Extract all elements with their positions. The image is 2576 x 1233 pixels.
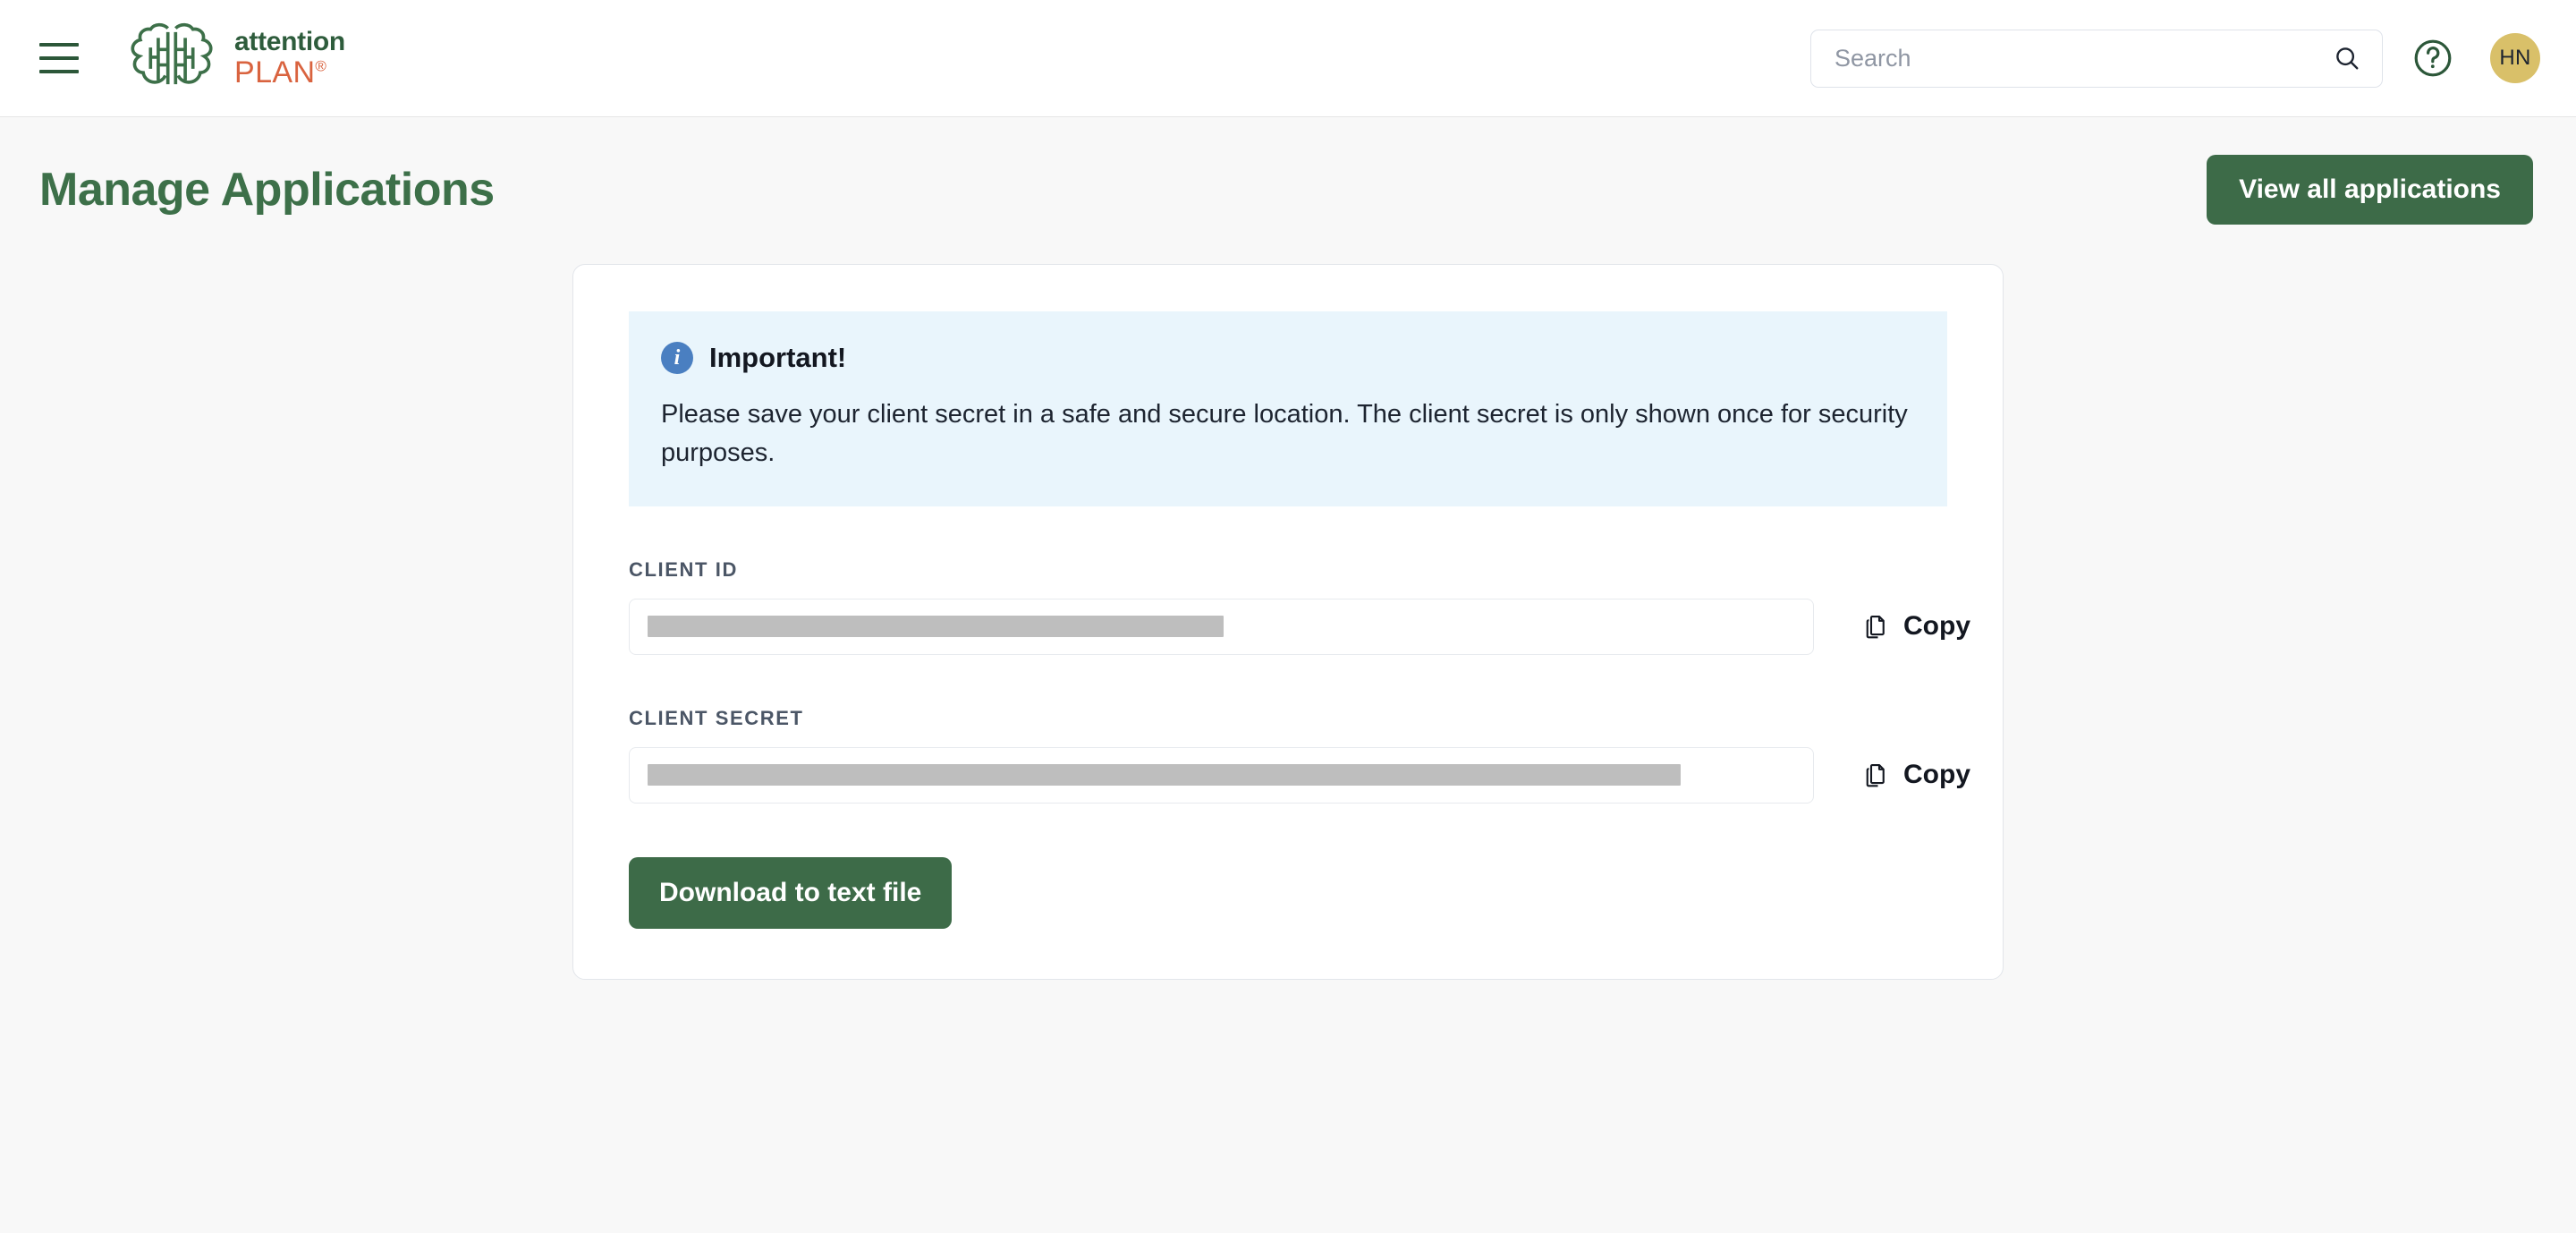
copy-icon — [1862, 613, 1889, 640]
hamburger-bar — [39, 43, 79, 47]
client-secret-label: CLIENT SECRET — [629, 707, 1947, 730]
download-to-text-file-button[interactable]: Download to text file — [629, 857, 952, 929]
app-header: attention PLAN® HN — [0, 0, 2576, 117]
hamburger-bar — [39, 56, 79, 60]
client-id-input[interactable] — [629, 599, 1814, 655]
client-id-row: Copy — [629, 599, 1947, 655]
alert-header: i Important! — [661, 342, 1915, 374]
copy-icon — [1862, 761, 1889, 788]
redacted-value — [648, 764, 1681, 786]
redacted-value — [648, 616, 1224, 637]
brand-logo[interactable]: attention PLAN® — [123, 21, 345, 96]
search-icon[interactable] — [2334, 45, 2360, 72]
alert-title: Important! — [709, 342, 846, 374]
copy-label: Copy — [1903, 760, 1970, 790]
avatar[interactable]: HN — [2490, 33, 2540, 83]
client-id-field-block: CLIENT ID Copy — [629, 558, 1947, 655]
menu-toggle-button[interactable] — [39, 43, 79, 73]
copy-client-id-button[interactable]: Copy — [1859, 604, 1974, 649]
brain-logo-icon — [123, 21, 220, 96]
registered-mark: ® — [315, 58, 326, 75]
card-container: i Important! Please save your client sec… — [39, 264, 2537, 980]
page-header-row: Manage Applications View all application… — [39, 117, 2537, 225]
brand-line-plan: PLAN® — [234, 57, 345, 88]
copy-label: Copy — [1903, 611, 1970, 642]
hamburger-bar — [39, 70, 79, 73]
page-title: Manage Applications — [39, 163, 495, 217]
client-secret-input[interactable] — [629, 747, 1814, 804]
search-input[interactable] — [1835, 45, 2334, 72]
search-box[interactable] — [1810, 30, 2383, 88]
client-secret-field-block: CLIENT SECRET Copy — [629, 707, 1947, 804]
view-all-applications-button[interactable]: View all applications — [2207, 155, 2533, 225]
header-actions: HN — [1810, 30, 2540, 88]
important-alert: i Important! Please save your client sec… — [629, 311, 1947, 506]
help-button[interactable] — [2410, 35, 2456, 81]
brand-line-attention: attention — [234, 29, 345, 55]
page-content: Manage Applications View all application… — [0, 117, 2576, 980]
client-secret-row: Copy — [629, 747, 1947, 804]
info-circle-icon: i — [661, 342, 693, 374]
alert-body-text: Please save your client secret in a safe… — [661, 395, 1915, 472]
client-id-label: CLIENT ID — [629, 558, 1947, 582]
copy-client-secret-button[interactable]: Copy — [1859, 753, 1974, 797]
credentials-card: i Important! Please save your client sec… — [572, 264, 2004, 980]
